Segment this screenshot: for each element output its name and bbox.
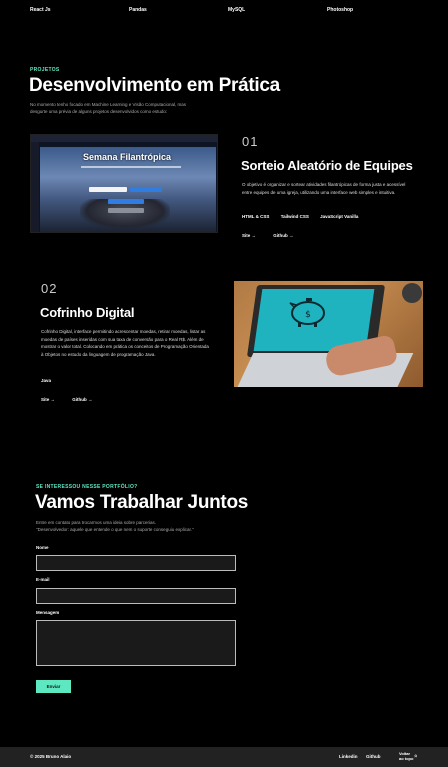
contact-description: Entre em contato para trocarmos uma idei…	[36, 519, 256, 533]
browser-sidebar	[31, 142, 39, 232]
footer: © 2025 Bruno Alaio Linkedin Github Volta…	[0, 747, 448, 767]
project-1-screenshot: Semana Filantrópica	[30, 134, 218, 233]
project-1-title: Sorteio Aleatório de Equipes	[241, 158, 413, 173]
github-link[interactable]: Github →	[72, 397, 92, 402]
github-link[interactable]: Github	[366, 754, 381, 759]
skills-bar: React Js Pandas MySQL Photoshop	[0, 7, 448, 17]
send-button[interactable]: Enviar	[36, 680, 71, 693]
project-2-photo: $	[234, 281, 423, 387]
name-label: Nome	[36, 545, 49, 550]
svg-text:$: $	[305, 310, 311, 320]
skill-mysql: MySQL	[228, 7, 246, 13]
arrow-up-icon[interactable]: »	[414, 754, 420, 757]
email-label: E-mail	[36, 577, 50, 582]
project-1-tags: HTML & CSS Tailwind CSS JavaScript Vanil…	[242, 214, 368, 219]
browser-toolbar	[31, 135, 217, 142]
project-2-tags: Java	[41, 378, 51, 383]
tag: HTML & CSS	[242, 214, 270, 219]
contact-quote: "Desenvolvedor: aquele que entende o que…	[36, 527, 194, 532]
contact-eyebrow: SE INTERESSOU NESSE PORTFÓLIO?	[36, 484, 138, 490]
tag: Tailwind CSS	[280, 214, 309, 219]
site-link[interactable]: Site →	[41, 397, 55, 402]
linkedin-link[interactable]: Linkedin	[339, 754, 358, 759]
email-input[interactable]	[36, 588, 236, 604]
contact-title: Vamos Trabalhar Juntos	[35, 492, 249, 513]
project-2-description: Cofrinho Digital, interface permitindo a…	[41, 329, 209, 357]
projects-title: Desenvolvimento em Prática	[29, 75, 280, 96]
screenshot-button	[108, 208, 144, 213]
screenshot-button	[130, 187, 162, 192]
site-link[interactable]: Site →	[242, 233, 256, 238]
back-to-top-link[interactable]: Voltar ao topo	[399, 751, 415, 761]
skill-photoshop: Photoshop	[327, 7, 354, 13]
tag: Java	[41, 378, 52, 383]
name-input[interactable]	[36, 555, 236, 571]
cup-image	[402, 283, 422, 303]
project-1-links: Site → Github →	[242, 233, 310, 238]
tag: JavaScript Vanilla	[320, 214, 359, 219]
piggy-bank-icon: $	[289, 298, 325, 327]
screenshot-title: Semana Filantrópica	[83, 152, 172, 162]
github-link[interactable]: Github →	[273, 233, 293, 238]
skill-react: React Js	[30, 7, 51, 13]
contact-description-line: Entre em contato para trocarmos uma idei…	[36, 520, 157, 525]
project-2-number: 02	[41, 281, 58, 296]
message-label: Mensagem	[36, 610, 60, 615]
screenshot-input	[89, 187, 127, 192]
copyright: © 2025 Bruno Alaio	[30, 754, 72, 759]
projects-description: No momento tenho focado em Machine Learn…	[30, 102, 187, 114]
project-1-description: O objetivo é organizar e sortear ativida…	[242, 182, 406, 195]
project-2-title: Cofrinho Digital	[40, 305, 135, 320]
skill-pandas: Pandas	[129, 7, 147, 13]
projects-eyebrow: PROJETOS	[30, 67, 60, 73]
message-textarea[interactable]	[36, 620, 236, 666]
screenshot-button	[108, 199, 144, 204]
project-2-links: Site → Github →	[41, 397, 109, 402]
project-1-number: 01	[242, 134, 259, 149]
screenshot-subtitle-line	[81, 166, 181, 168]
